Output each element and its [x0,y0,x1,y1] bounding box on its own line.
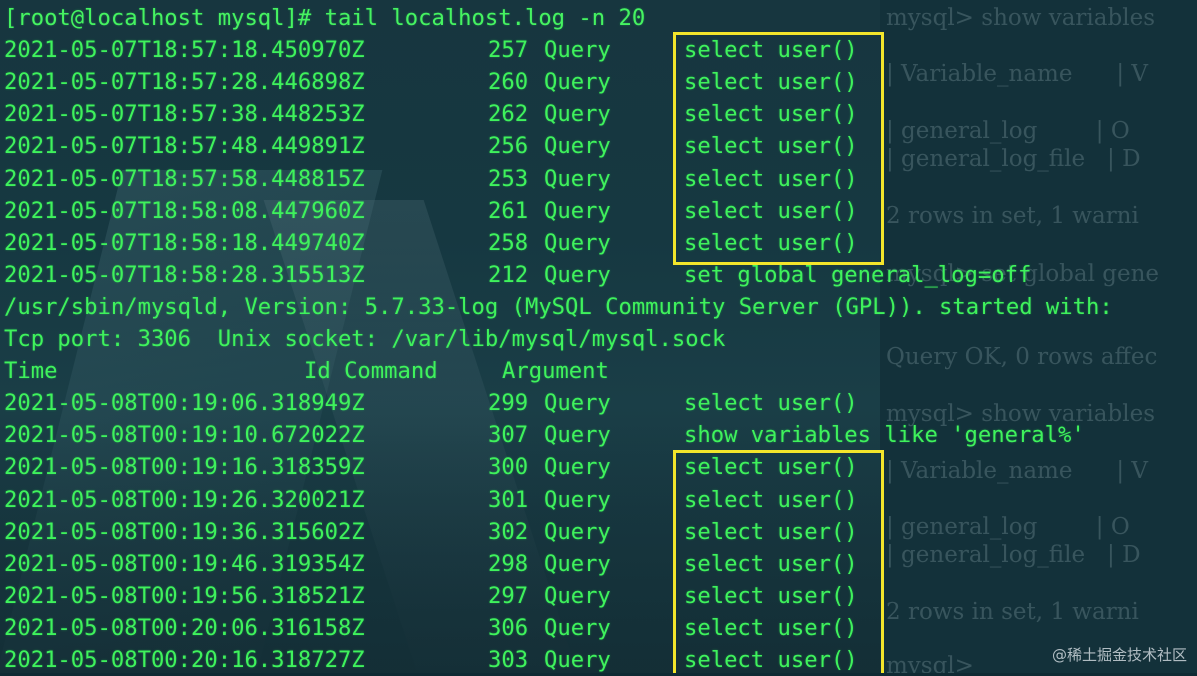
log-id: 299 [488,390,529,417]
log-command: Query [544,165,611,192]
log-id: 212 [488,261,529,288]
log-time: 2021-05-08T00:19:46.319354Z [4,550,365,577]
log-command: Query [544,454,611,481]
socket-info-line: Tcp port: 3306 Unix socket: /var/lib/mys… [4,326,726,352]
log-id: 260 [488,69,529,96]
log-command: Query [544,582,611,609]
log-id: 300 [488,454,529,481]
header-id-command: Id Command [304,358,438,385]
server-info-line: /usr/sbin/mysqld, Version: 5.7.33-log (M… [4,293,1113,320]
log-time: 2021-05-07T18:57:28.446898Z [4,69,365,96]
log-time: 2021-05-08T00:20:16.318727Z [4,647,365,673]
log-command: Query [544,518,611,545]
log-command: Query [544,422,611,449]
log-command: Query [544,133,611,160]
log-command: Query [544,390,611,417]
log-id: 307 [488,422,529,449]
watermark: @稀土掘金技术社区 [1051,646,1187,664]
log-command: Query [544,261,611,288]
log-id: 261 [488,197,529,224]
log-command: Query [544,229,611,256]
log-id: 301 [488,486,529,513]
log-argument: show variables like 'general%' [684,422,1085,449]
log-time: 2021-05-07T18:57:38.448253Z [4,101,365,128]
log-time: 2021-05-08T00:19:36.315602Z [4,518,365,545]
log-time: 2021-05-07T18:58:08.447960Z [4,197,365,224]
log-id: 257 [488,37,529,64]
log-command: Query [544,69,611,96]
log-command: Query [544,486,611,513]
log-time: 2021-05-07T18:58:28.315513Z [4,261,365,288]
highlight-box-top [673,32,884,265]
log-time: 2021-05-07T18:57:48.449891Z [4,133,365,160]
highlight-box-bottom [673,450,884,673]
log-time: 2021-05-08T00:19:26.320021Z [4,486,365,513]
log-id: 253 [488,165,529,192]
log-command: Query [544,197,611,224]
log-id: 306 [488,614,529,641]
log-time: 2021-05-08T00:19:16.318359Z [4,454,365,481]
log-time: 2021-05-07T18:57:58.448815Z [4,165,365,192]
log-id: 302 [488,518,529,545]
terminal-output[interactable]: [root@localhost mysql]# tail localhost.l… [0,0,1197,673]
log-id: 298 [488,550,529,577]
command-line: [root@localhost mysql]# tail localhost.l… [4,5,646,31]
log-id: 297 [488,582,529,609]
log-command: Query [544,647,611,673]
log-time: 2021-05-08T00:20:06.316158Z [4,614,365,641]
log-id: 256 [488,133,529,160]
log-command: Query [544,37,611,64]
header-argument: Argument [502,358,609,385]
header-time: Time [4,358,58,385]
log-id: 262 [488,101,529,128]
log-time: 2021-05-07T18:57:18.450970Z [4,37,365,64]
log-id: 258 [488,229,529,256]
log-command: Query [544,614,611,641]
log-time: 2021-05-07T18:58:18.449740Z [4,229,365,256]
log-time: 2021-05-08T00:19:56.318521Z [4,582,365,609]
log-id: 303 [488,647,529,673]
log-time: 2021-05-08T00:19:06.318949Z [4,390,365,417]
log-argument: select user() [684,390,858,417]
log-command: Query [544,550,611,577]
log-time: 2021-05-08T00:19:10.672022Z [4,422,365,449]
log-command: Query [544,101,611,128]
